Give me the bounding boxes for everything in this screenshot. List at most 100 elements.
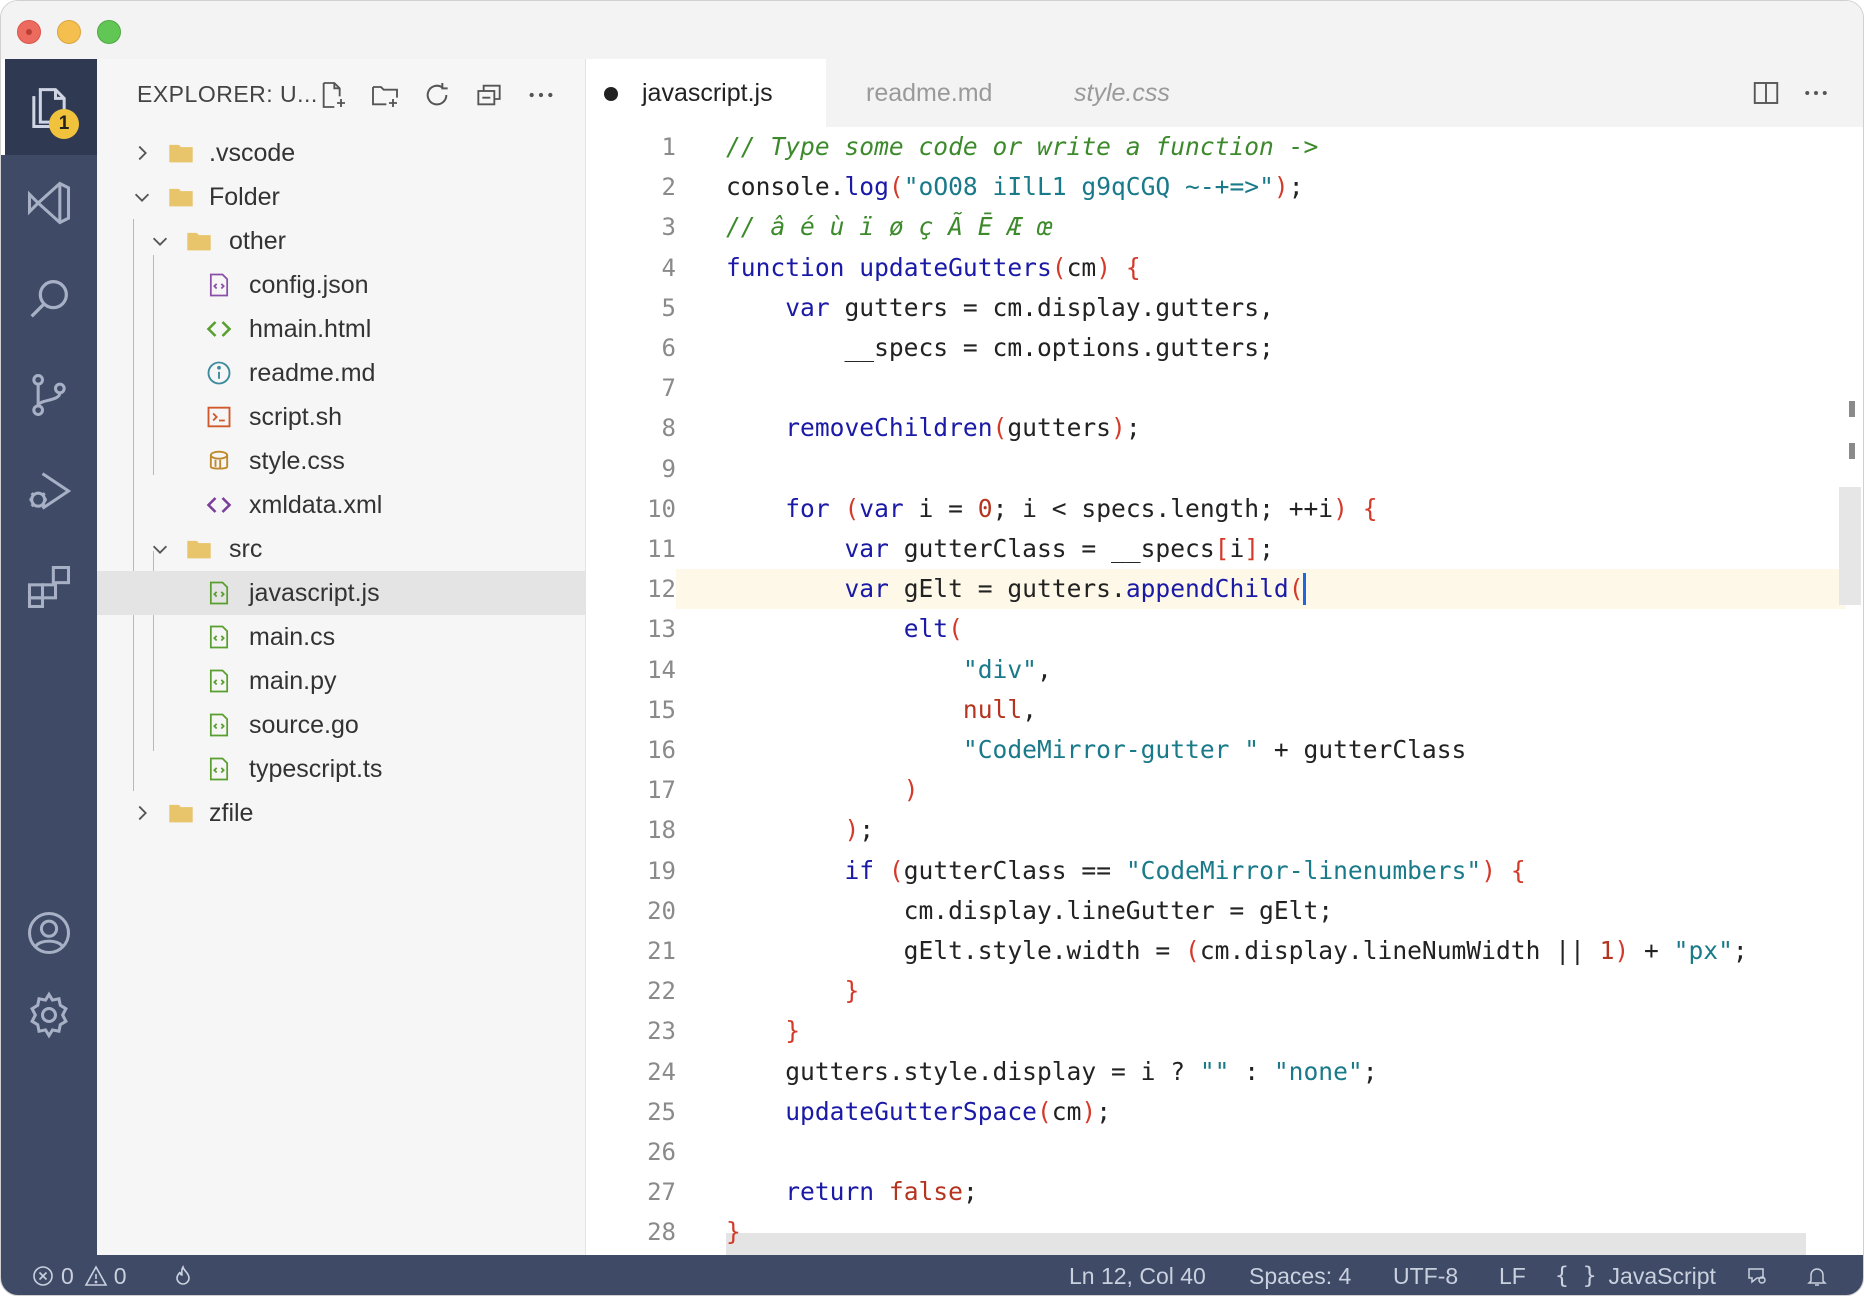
- tab-readme-md[interactable]: readme.md: [826, 59, 1036, 127]
- code-line[interactable]: 27 return false;: [586, 1172, 1846, 1212]
- eol-status[interactable]: LF: [1499, 1255, 1526, 1295]
- code-line[interactable]: 12 var gElt = gutters.appendChild(: [586, 569, 1846, 610]
- code-line[interactable]: 10 for (var i = 0; i < specs.length; ++i…: [586, 489, 1846, 529]
- vertical-scrollbar[interactable]: [1839, 127, 1861, 1177]
- tree-item-style-css[interactable]: style.css: [97, 439, 585, 483]
- code-text: }: [726, 1217, 741, 1247]
- more-actions-button[interactable]: [521, 75, 561, 115]
- run-debug-icon: [29, 472, 72, 510]
- code-line[interactable]: 18 );: [586, 810, 1846, 850]
- feedback-button[interactable]: [1745, 1255, 1769, 1295]
- code-line[interactable]: 22 }: [586, 971, 1846, 1011]
- code-line[interactable]: 15 null,: [586, 690, 1846, 730]
- line-number: 18: [647, 816, 676, 845]
- new-file-button[interactable]: [313, 75, 353, 115]
- code-line[interactable]: 24 gutters.style.display = i ? "" : "non…: [586, 1052, 1846, 1092]
- tree-item-source-go[interactable]: source.go: [97, 703, 585, 747]
- code-line[interactable]: 23 }: [586, 1011, 1846, 1051]
- code-line[interactable]: 4 function updateGutters(cm) {: [586, 248, 1846, 288]
- editor-more-button[interactable]: [1796, 73, 1836, 113]
- tree-item-hmain-html[interactable]: hmain.html: [97, 307, 585, 351]
- split-editor-button[interactable]: [1746, 73, 1786, 113]
- code-file-icon: [205, 755, 233, 783]
- activity-search[interactable]: [1, 251, 97, 347]
- new-folder-button[interactable]: [365, 75, 405, 115]
- code-line[interactable]: 11 var gutterClass = __specs[i];: [586, 529, 1846, 569]
- tree-item-other[interactable]: other: [97, 219, 585, 263]
- line-number: 7: [661, 374, 676, 403]
- unsaved-dot-icon[interactable]: [604, 87, 618, 101]
- tree-item-zfile[interactable]: zfile: [97, 791, 585, 835]
- json-file-icon: [205, 271, 233, 299]
- search-icon: [30, 280, 68, 318]
- activity-explorer[interactable]: 1: [1, 59, 97, 155]
- activity-extensions[interactable]: [1, 539, 97, 635]
- explorer-header: EXPLORER: U...: [97, 59, 585, 131]
- tree-item-vscode[interactable]: .vscode: [97, 131, 585, 175]
- code-line[interactable]: 28}: [586, 1212, 1846, 1252]
- error-count: 0: [61, 1262, 74, 1289]
- tree-item-typescript-ts[interactable]: typescript.ts: [97, 747, 585, 791]
- activity-source-control[interactable]: [1, 347, 97, 443]
- code-line[interactable]: 3 // â é ù ï ø ç Ã Ē Æ œ: [586, 207, 1846, 247]
- code-line[interactable]: 20 cm.display.lineGutter = gElt;: [586, 891, 1846, 931]
- code-line[interactable]: 7: [586, 368, 1846, 408]
- line-number: 5: [661, 293, 676, 322]
- code-line[interactable]: 17 ): [586, 770, 1846, 810]
- code-text: gElt.style.width = (cm.display.lineNumWi…: [726, 936, 1748, 965]
- tree-item-label: javascript.js: [249, 578, 380, 607]
- line-number: 4: [661, 253, 676, 282]
- feedback-icon: [1748, 1268, 1766, 1284]
- code-text: }: [785, 1016, 801, 1046]
- collapse-all-button[interactable]: [469, 75, 509, 115]
- code-line[interactable]: 25 updateGutterSpace(cm);: [586, 1092, 1846, 1132]
- folder-icon: [167, 183, 195, 211]
- code-text: elt(: [903, 614, 963, 644]
- tree-item-config-json[interactable]: config.json: [97, 263, 585, 307]
- notifications-button[interactable]: [1805, 1255, 1829, 1295]
- activity-visual-studio[interactable]: [1, 155, 97, 251]
- refresh-button[interactable]: [417, 75, 457, 115]
- tree-item-xmldata-xml[interactable]: xmldata.xml: [97, 483, 585, 527]
- activity-settings[interactable]: [1, 967, 97, 1063]
- tree-item-folder[interactable]: Folder: [97, 175, 585, 219]
- flame-status-item[interactable]: [171, 1255, 195, 1295]
- code-line[interactable]: 19 if (gutterClass == "CodeMirror-linenu…: [586, 851, 1846, 891]
- tab-style-css[interactable]: style.css: [1036, 59, 1256, 127]
- code-line[interactable]: 2 console.log("oO08 iIlL1 g9qCGQ ~-+=>");: [586, 167, 1846, 207]
- minimize-window-button[interactable]: [57, 20, 81, 44]
- code-line[interactable]: 14 "div",: [586, 650, 1846, 690]
- language-mode[interactable]: { } JavaScript: [1555, 1255, 1716, 1295]
- code-line[interactable]: 1 // Type some code or write a function -…: [586, 127, 1846, 167]
- chevron-right-icon: [131, 802, 153, 824]
- tree-item-readme-md[interactable]: readme.md: [97, 351, 585, 395]
- folder-icon: [167, 139, 195, 167]
- code-line[interactable]: 13 elt(: [586, 609, 1846, 649]
- tab-javascript-js[interactable]: javascript.js: [586, 59, 826, 127]
- tree-item-javascript-js[interactable]: javascript.js: [97, 571, 585, 615]
- indentation-status[interactable]: Spaces: 4: [1249, 1255, 1351, 1295]
- tree-item-src[interactable]: src: [97, 527, 585, 571]
- close-window-button[interactable]: [17, 20, 41, 44]
- code-editor[interactable]: 1 // Type some code or write a function -…: [586, 127, 1863, 1255]
- activity-run-debug[interactable]: [1, 443, 97, 539]
- code-line[interactable]: 9: [586, 449, 1846, 489]
- text-cursor: [1303, 573, 1307, 606]
- problems-indicator[interactable]: 0 0: [31, 1255, 127, 1295]
- scroll-thumb[interactable]: [1839, 487, 1861, 605]
- extensions-icon: [27, 565, 71, 609]
- code-line[interactable]: 26: [586, 1132, 1846, 1172]
- tree-item-main-py[interactable]: main.py: [97, 659, 585, 703]
- code-line[interactable]: 6 __specs = cm.options.gutters;: [586, 328, 1846, 368]
- code-line[interactable]: 8 removeChildren(gutters);: [586, 408, 1846, 448]
- code-line[interactable]: 5 var gutters = cm.display.gutters,: [586, 288, 1846, 328]
- tree-item-script-sh[interactable]: script.sh: [97, 395, 585, 439]
- tree-item-main-cs[interactable]: main.cs: [97, 615, 585, 659]
- code-line[interactable]: 16 "CodeMirror-gutter " + gutterClass: [586, 730, 1846, 770]
- cursor-position[interactable]: Ln 12, Col 40: [1069, 1255, 1206, 1295]
- tab-label: style.css: [1074, 78, 1170, 107]
- encoding-status[interactable]: UTF-8: [1393, 1255, 1458, 1295]
- code-text: return false;: [785, 1177, 978, 1207]
- maximize-window-button[interactable]: [97, 20, 121, 44]
- code-line[interactable]: 21 gElt.style.width = (cm.display.lineNu…: [586, 931, 1846, 971]
